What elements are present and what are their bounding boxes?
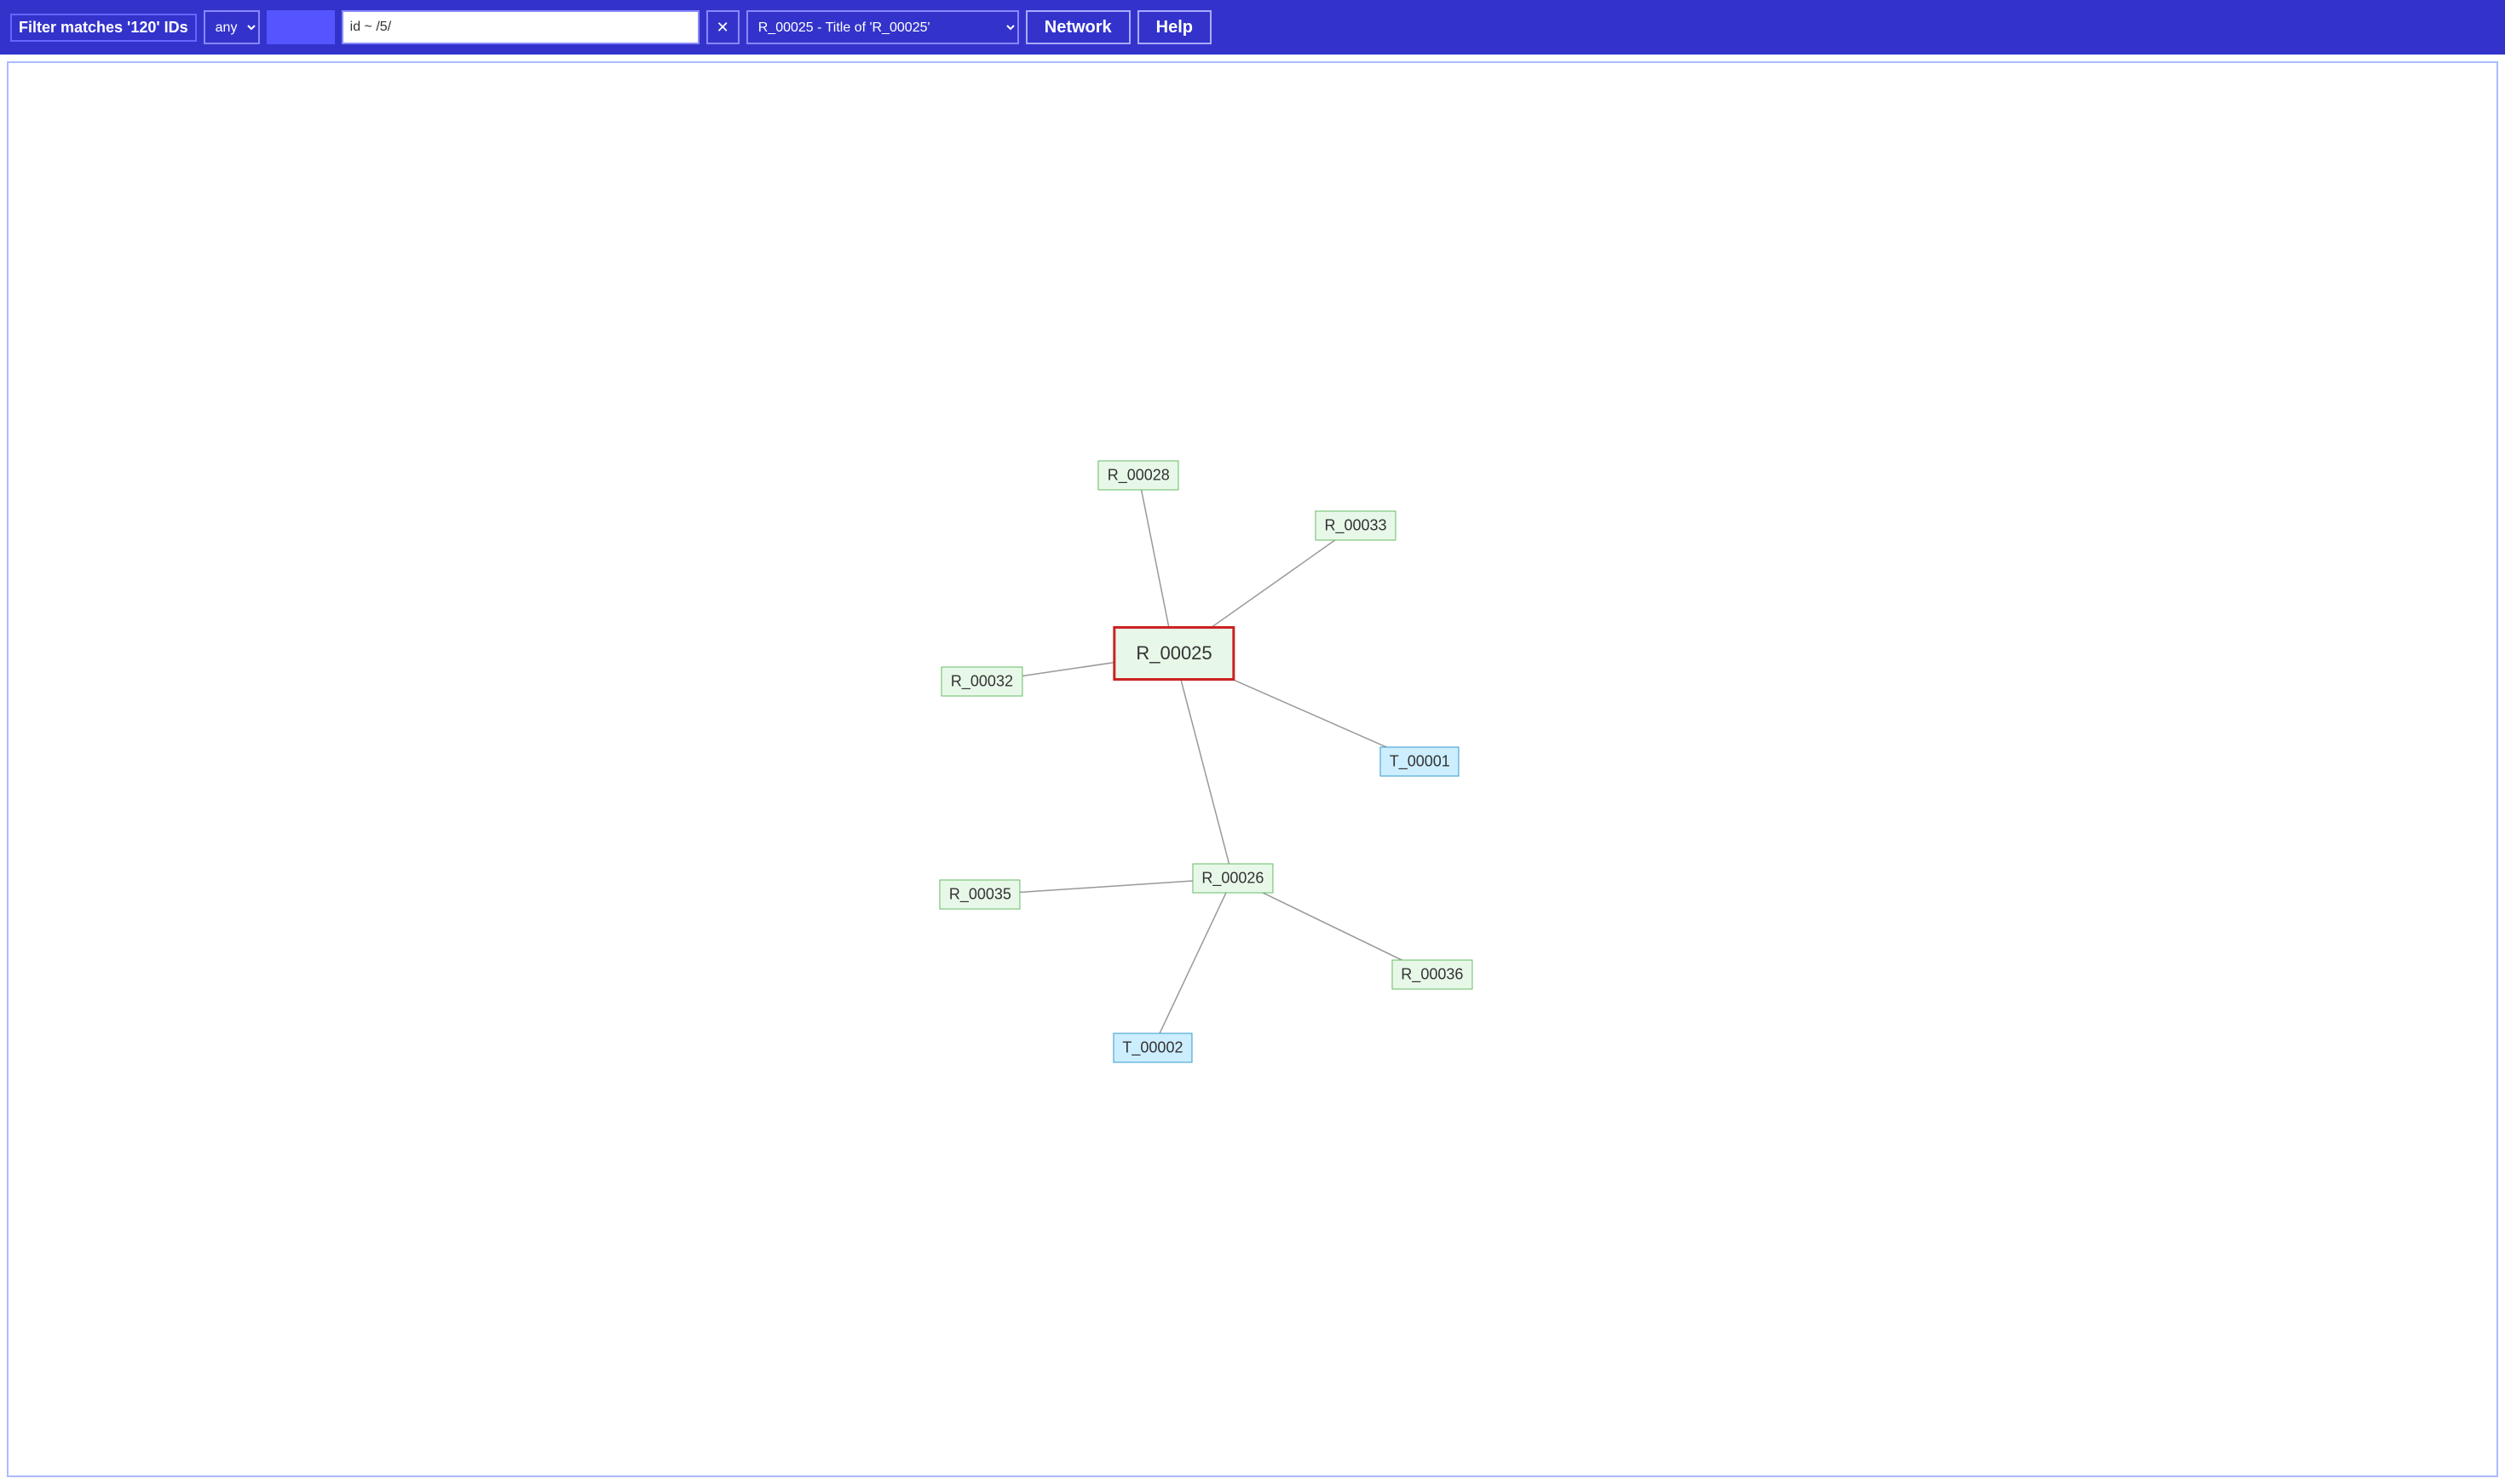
filter-label: Filter matches '120' IDs: [10, 14, 197, 42]
node-r_00025[interactable]: R_00025: [1113, 626, 1235, 681]
node-r_00036[interactable]: R_00036: [1391, 960, 1472, 990]
network-canvas: R_00028 R_00033 R_00032 R_00025 T_00001 R_000…: [7, 61, 2498, 1477]
node-r_00032[interactable]: R_00032: [942, 667, 1022, 697]
node-r_00028[interactable]: R_00028: [1098, 461, 1179, 491]
color-swatch[interactable]: [267, 10, 335, 44]
node-r_00033[interactable]: R_00033: [1316, 510, 1396, 540]
node-dropdown[interactable]: R_00025 - Title of 'R_00025': [746, 10, 1019, 44]
any-select[interactable]: any: [204, 10, 260, 44]
clear-button[interactable]: ✕: [706, 10, 740, 44]
edge-R_00026-T_00002: [1153, 878, 1233, 1048]
search-input[interactable]: [342, 10, 700, 44]
node-r_00026[interactable]: R_00026: [1192, 863, 1273, 893]
network-button[interactable]: Network: [1026, 10, 1131, 44]
node-r_00035[interactable]: R_00035: [940, 880, 1021, 910]
help-button[interactable]: Help: [1137, 10, 1212, 44]
edges-svg: [9, 63, 2496, 1475]
node-t_00001[interactable]: T_00001: [1380, 747, 1460, 777]
edge-R_00025-R_00026: [1174, 653, 1233, 878]
node-t_00002[interactable]: T_00002: [1113, 1033, 1192, 1063]
toolbar: Filter matches '120' IDs any ✕ R_00025 -…: [0, 0, 2505, 55]
